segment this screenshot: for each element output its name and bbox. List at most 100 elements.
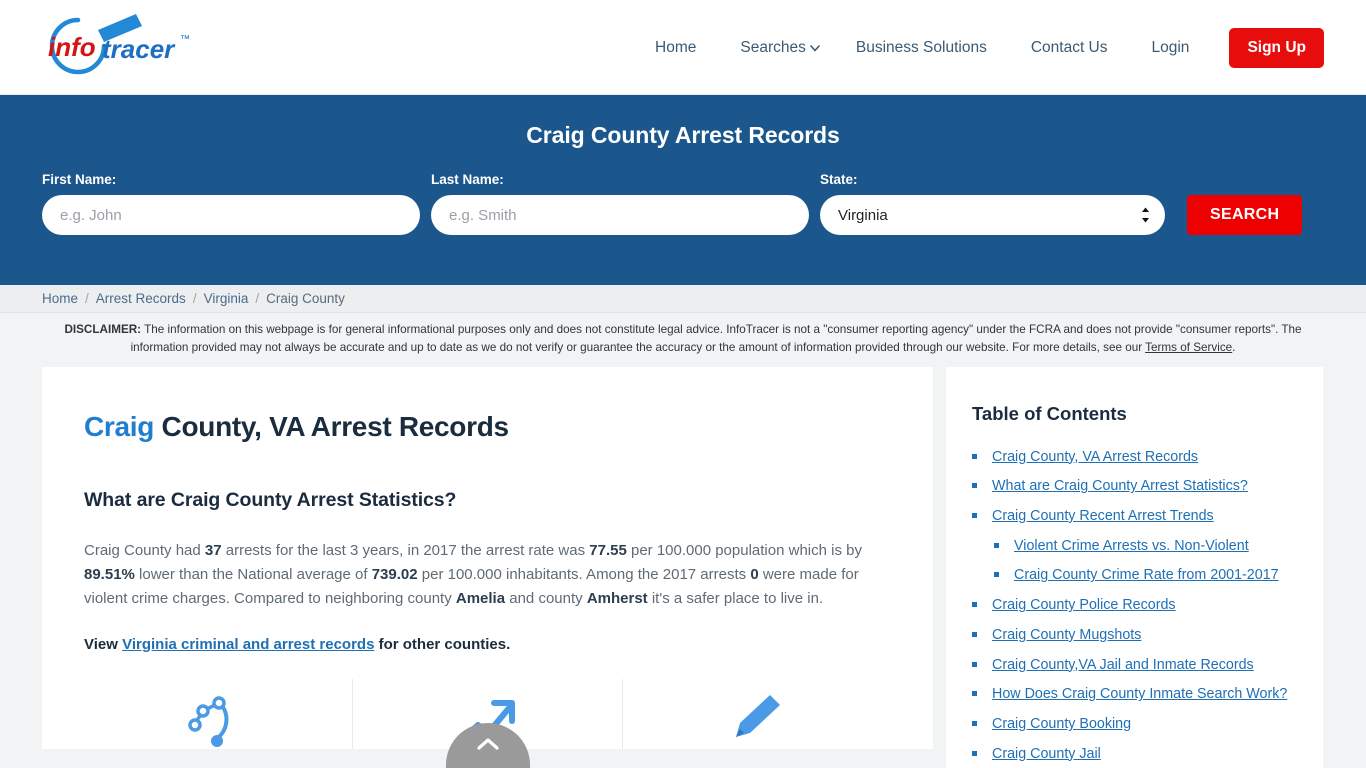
stat-text-5: per 100.000 inhabitants. Among the 2017 …: [417, 565, 751, 583]
table-of-contents-list: Craig County, VA Arrest Records What are…: [972, 447, 1295, 765]
search-banner: Craig County Arrest Records First Name: …: [0, 95, 1366, 285]
view-prefix: View: [84, 635, 123, 653]
state-field-group: State: Virginia: [820, 172, 1165, 235]
site-header: info tracer ™ Home Searches Business Sol…: [0, 0, 1366, 95]
bullet-icon: [972, 631, 977, 637]
bullet-icon: [972, 721, 977, 727]
stat-value-arrest-rate: 77.55: [589, 541, 627, 559]
stat-text-3: per 100.000 population which is by: [626, 541, 862, 559]
bullet-icon: [972, 602, 977, 608]
list-item[interactable]: Violent Crime Arrests vs. Non-Violent: [972, 536, 1295, 557]
sign-up-button[interactable]: Sign Up: [1229, 27, 1324, 68]
list-item[interactable]: Craig County Jail: [972, 744, 1295, 765]
toc-link-mugshots[interactable]: Craig County Mugshots: [992, 625, 1141, 646]
feature-icon-cell-3: [621, 678, 891, 749]
list-item[interactable]: Craig County Recent Arrest Trends: [972, 506, 1295, 527]
infotracer-logo-icon: info tracer ™: [48, 14, 190, 75]
stat-text-2: arrests for the last 3 years, in 2017 th…: [221, 541, 590, 559]
state-select[interactable]: Virginia: [820, 195, 1165, 235]
stat-value-violent-arrests: 0: [750, 565, 759, 583]
stat-county-amherst: Amherst: [586, 589, 648, 607]
breadcrumb-separator: /: [192, 291, 197, 306]
disclaimer-period: .: [1232, 340, 1236, 354]
toc-link-booking[interactable]: Craig County Booking: [992, 714, 1131, 735]
table-of-contents-title: Table of Contents: [972, 402, 1127, 424]
toc-link-arrest-records[interactable]: Craig County, VA Arrest Records: [992, 447, 1198, 468]
list-item[interactable]: Craig County Mugshots: [972, 625, 1295, 646]
breadcrumb-item-home[interactable]: Home: [42, 291, 78, 306]
breadcrumb: Home / Arrest Records / Virginia / Craig…: [0, 285, 1366, 313]
bullet-icon: [994, 572, 999, 578]
stat-value-arrests: 37: [204, 541, 222, 559]
view-suffix: for other counties.: [374, 635, 511, 653]
content-wrapper: Craig County, VA Arrest Records What are…: [0, 366, 1366, 768]
list-item[interactable]: Craig County Police Records: [972, 595, 1295, 616]
arrest-statistics-paragraph: Craig County had 37 arrests for the last…: [84, 539, 891, 611]
nav-item-login[interactable]: Login: [1130, 0, 1212, 95]
first-name-input[interactable]: [42, 195, 420, 235]
last-name-field-group: Last Name:: [431, 172, 809, 235]
toc-link-police-records[interactable]: Craig County Police Records: [992, 595, 1176, 616]
nav-item-contact-us[interactable]: Contact Us: [1009, 0, 1130, 95]
breadcrumb-item-arrest-records[interactable]: Arrest Records: [96, 291, 186, 306]
toc-link-arrest-statistics[interactable]: What are Craig County Arrest Statistics?: [992, 476, 1248, 497]
list-item[interactable]: How Does Craig County Inmate Search Work…: [972, 684, 1295, 705]
virginia-criminal-records-link[interactable]: Virginia criminal and arrest records: [122, 636, 374, 653]
page-title-rest: County, VA Arrest Records: [154, 410, 510, 442]
stat-text-1: Craig County had: [84, 541, 205, 559]
table-of-contents-card: Table of Contents Craig County, VA Arres…: [946, 366, 1323, 768]
bullet-icon: [972, 661, 977, 667]
disclaimer-label: DISCLAIMER:: [64, 323, 142, 336]
breadcrumb-item-craig-county: Craig County: [266, 291, 345, 306]
list-item[interactable]: Craig County, VA Arrest Records: [972, 447, 1295, 468]
arrest-search-form: First Name: Last Name: State: Virginia S…: [42, 172, 1324, 235]
list-item[interactable]: Craig County Booking: [972, 714, 1295, 735]
nav-item-home[interactable]: Home: [633, 0, 718, 95]
toc-link-jail[interactable]: Craig County Jail: [992, 744, 1101, 765]
bullet-icon: [994, 542, 999, 548]
toc-link-violent-vs-nonviolent[interactable]: Violent Crime Arrests vs. Non-Violent: [1014, 536, 1249, 557]
breadcrumb-item-virginia[interactable]: Virginia: [204, 291, 249, 306]
network-nodes-icon: [188, 695, 229, 747]
banner-title: Craig County Arrest Records: [526, 122, 840, 148]
first-name-label: First Name:: [42, 172, 117, 187]
breadcrumb-separator: /: [255, 291, 260, 306]
svg-text:tracer: tracer: [102, 34, 176, 64]
main-navigation: Home Searches Business Solutions Contact…: [633, 0, 1324, 95]
search-button[interactable]: SEARCH: [1187, 195, 1303, 235]
page-title: Craig County, VA Arrest Records: [84, 411, 891, 443]
list-item[interactable]: What are Craig County Arrest Statistics?: [972, 476, 1295, 497]
stat-text-4: lower than the National average of: [134, 565, 372, 583]
list-item[interactable]: Craig County Crime Rate from 2001-2017: [972, 565, 1295, 586]
nav-item-searches[interactable]: Searches: [718, 0, 833, 95]
bullet-icon: [972, 691, 977, 697]
nav-link-business-solutions[interactable]: Business Solutions: [834, 0, 1009, 95]
stat-text-8: it's a safer place to live in.: [647, 589, 824, 607]
nav-link-home[interactable]: Home: [633, 0, 718, 95]
disclaimer-banner: DISCLAIMER: The information on this webp…: [0, 313, 1366, 367]
chevron-up-icon: [476, 737, 499, 750]
last-name-input[interactable]: [431, 195, 809, 235]
arrest-statistics-heading: What are Craig County Arrest Statistics?: [84, 488, 457, 511]
nav-link-login[interactable]: Login: [1130, 0, 1212, 95]
nav-link-contact-us[interactable]: Contact Us: [1009, 0, 1130, 95]
terms-of-service-link[interactable]: Terms of Service: [1145, 341, 1232, 354]
nav-item-business-solutions[interactable]: Business Solutions: [834, 0, 1009, 95]
toc-link-inmate-search-work[interactable]: How Does Craig County Inmate Search Work…: [992, 684, 1287, 705]
svg-text:info: info: [48, 32, 96, 62]
toc-link-crime-rate-2001-2017[interactable]: Craig County Crime Rate from 2001-2017: [1014, 565, 1279, 586]
toc-link-jail-and-inmate-records[interactable]: Craig County,VA Jail and Inmate Records: [992, 655, 1254, 676]
pencil-edit-icon: [735, 694, 780, 737]
state-label: State:: [820, 172, 858, 187]
toc-link-recent-arrest-trends[interactable]: Craig County Recent Arrest Trends: [992, 506, 1214, 527]
infotracer-logo[interactable]: info tracer ™: [40, 8, 210, 80]
breadcrumb-separator: /: [85, 291, 89, 306]
feature-icon-cell-1: [84, 679, 352, 749]
stat-value-percent-lower: 89.51%: [84, 565, 135, 583]
page-title-accent: Craig: [84, 410, 155, 442]
bullet-icon: [972, 750, 977, 756]
list-item[interactable]: Craig County,VA Jail and Inmate Records: [972, 655, 1295, 676]
main-content-card: Craig County, VA Arrest Records What are…: [42, 366, 933, 768]
nav-link-searches[interactable]: Searches: [718, 0, 833, 95]
first-name-field-group: First Name:: [42, 172, 420, 235]
